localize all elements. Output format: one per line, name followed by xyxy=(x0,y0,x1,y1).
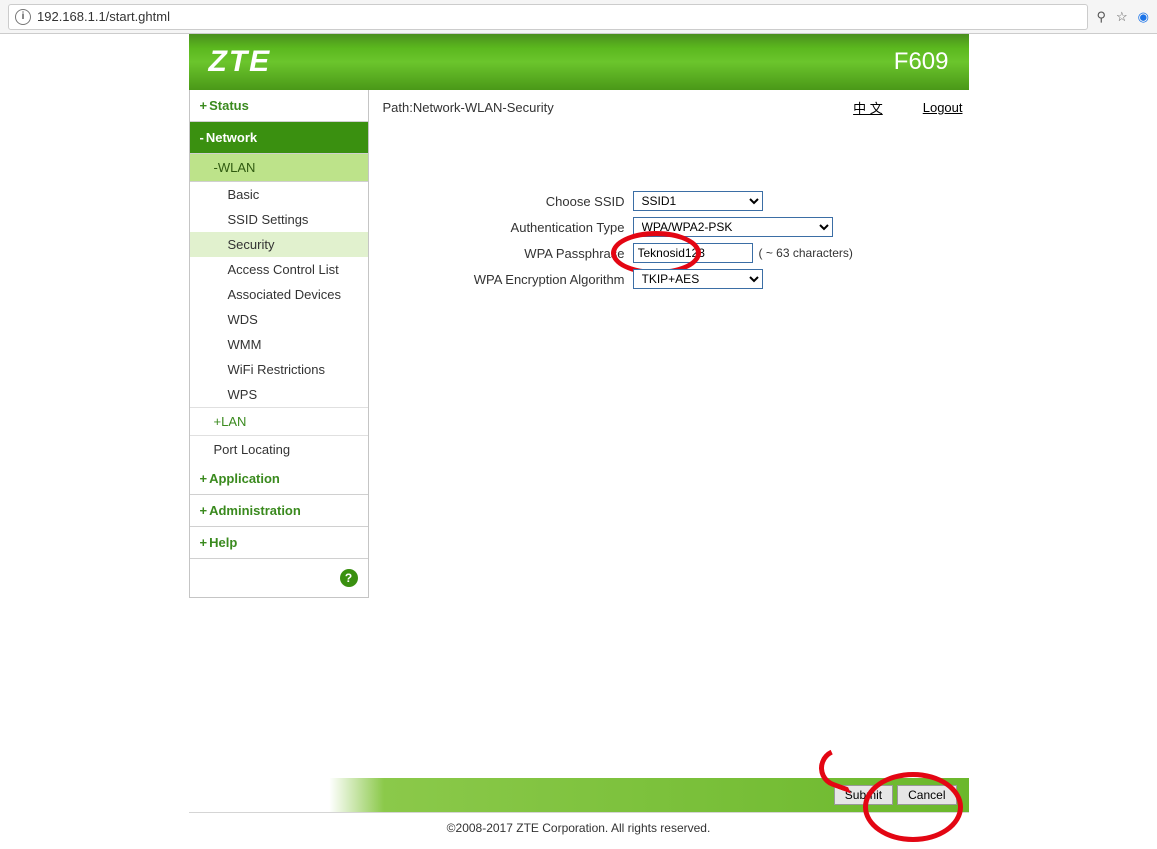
language-link[interactable]: 中 文 xyxy=(853,98,883,117)
sidebar-item-help[interactable]: +Help xyxy=(190,527,368,559)
sidebar-item-basic[interactable]: Basic xyxy=(190,182,368,207)
sidebar-item-port-locating[interactable]: Port Locating xyxy=(190,435,368,463)
sidebar-item-application[interactable]: +Application xyxy=(190,463,368,495)
wpa-enc-select[interactable]: TKIP+AES xyxy=(633,269,763,289)
wpa-pass-input[interactable] xyxy=(633,243,753,263)
choose-ssid-label: Choose SSID xyxy=(383,194,633,209)
wpa-pass-label: WPA Passphrase xyxy=(383,246,633,261)
url-text: 192.168.1.1/start.ghtml xyxy=(37,9,170,24)
cancel-button[interactable]: Cancel xyxy=(897,785,956,805)
submit-button[interactable]: Submit xyxy=(834,785,893,805)
logout-link[interactable]: Logout xyxy=(923,100,963,115)
path-label: Path: xyxy=(383,100,413,115)
sidebar-item-associated[interactable]: Associated Devices xyxy=(190,282,368,307)
bookmark-star-icon[interactable]: ☆ xyxy=(1116,9,1128,25)
sidebar-item-security[interactable]: Security xyxy=(190,232,368,257)
sidebar-label: Network xyxy=(206,130,257,145)
sidebar-item-status[interactable]: +Status xyxy=(190,90,368,122)
url-input[interactable]: i 192.168.1.1/start.ghtml xyxy=(8,4,1088,30)
sidebar-item-wlan[interactable]: -WLAN xyxy=(190,154,368,182)
browser-address-bar: i 192.168.1.1/start.ghtml ⚲ ☆ ◉ xyxy=(0,0,1157,34)
sidebar-label: WLAN xyxy=(218,160,256,175)
sidebar-label: Help xyxy=(209,535,237,550)
sidebar-label: LAN xyxy=(221,414,246,429)
choose-ssid-select[interactable]: SSID1 xyxy=(633,191,763,211)
security-form: Choose SSID SSID1 Authentication Type WP… xyxy=(383,125,969,289)
sidebar-item-wmm[interactable]: WMM xyxy=(190,332,368,357)
sidebar-item-acl[interactable]: Access Control List xyxy=(190,257,368,282)
sidebar-item-wifi-restrictions[interactable]: WiFi Restrictions xyxy=(190,357,368,382)
sidebar-item-network[interactable]: -Network xyxy=(190,122,368,154)
sidebar: +Status -Network -WLAN Basic SSID Settin… xyxy=(189,90,369,598)
auth-type-label: Authentication Type xyxy=(383,220,633,235)
sidebar-item-wps[interactable]: WPS xyxy=(190,382,368,407)
sidebar-item-lan[interactable]: +LAN xyxy=(190,407,368,435)
sidebar-label: Application xyxy=(209,471,280,486)
footer-action-bar: Submit Cancel xyxy=(189,778,969,812)
sidebar-label: Status xyxy=(209,98,249,113)
sidebar-item-wds[interactable]: WDS xyxy=(190,307,368,332)
key-icon[interactable]: ⚲ xyxy=(1096,9,1106,25)
copyright: ©2008-2017 ZTE Corporation. All rights r… xyxy=(189,812,969,849)
wpa-pass-note: ( ~ 63 characters) xyxy=(759,246,853,260)
info-icon: i xyxy=(15,9,31,25)
header-banner: ZTE F609 xyxy=(189,34,969,90)
brand-logo: ZTE xyxy=(209,45,272,79)
sidebar-label: Administration xyxy=(209,503,301,518)
sync-icon[interactable]: ◉ xyxy=(1138,9,1149,25)
model-label: F609 xyxy=(894,48,949,76)
path-value: Network-WLAN-Security xyxy=(413,100,554,115)
auth-type-select[interactable]: WPA/WPA2-PSK xyxy=(633,217,833,237)
sidebar-item-administration[interactable]: +Administration xyxy=(190,495,368,527)
wpa-enc-label: WPA Encryption Algorithm xyxy=(383,272,633,287)
help-icon[interactable]: ? xyxy=(340,569,358,587)
sidebar-item-ssid-settings[interactable]: SSID Settings xyxy=(190,207,368,232)
breadcrumb-bar: Path: Network-WLAN-Security 中 文 Logout xyxy=(383,90,969,125)
